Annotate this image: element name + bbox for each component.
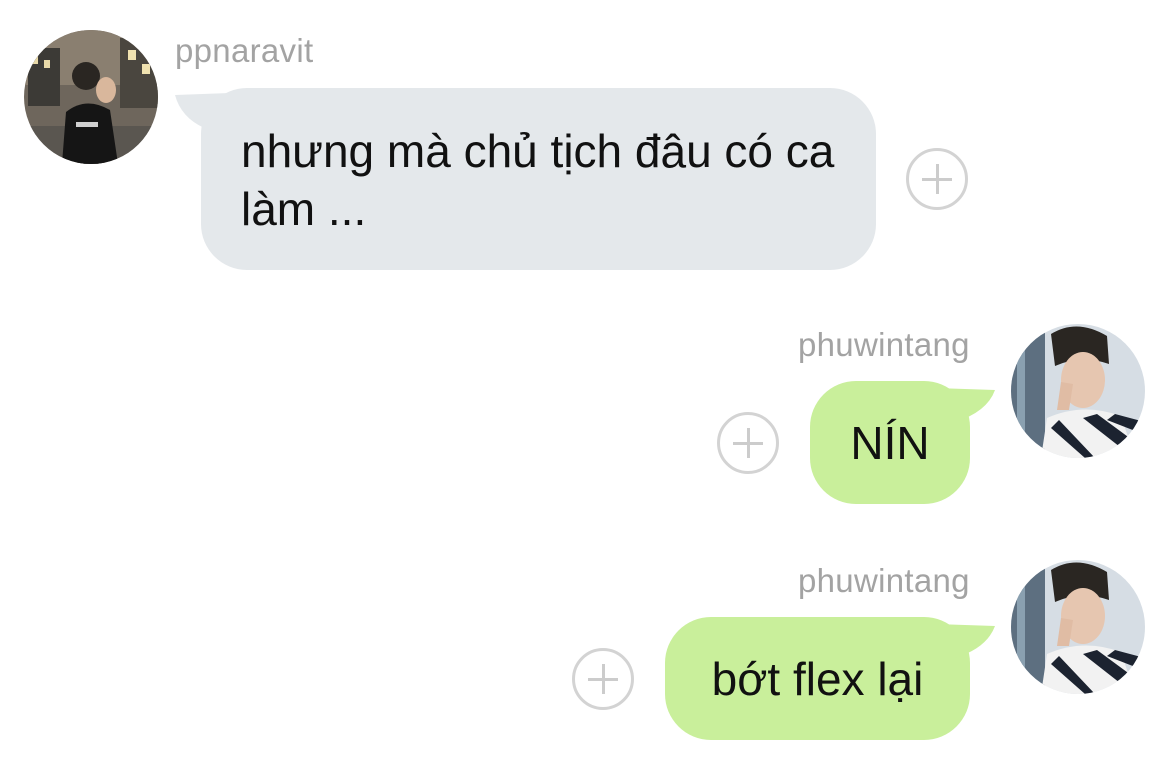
message-text: bớt flex lại — [711, 653, 924, 705]
avatar-photo — [24, 30, 158, 164]
plus-circle-icon[interactable] — [906, 148, 968, 210]
avatar-photo — [1011, 324, 1145, 458]
sender-name: phuwintang — [798, 326, 970, 363]
message-bubble[interactable]: nhưng mà chủ tịch đâu có ca làm ... — [201, 88, 876, 270]
plus-circle-icon[interactable] — [572, 648, 634, 710]
bubble-tail — [935, 388, 995, 436]
avatar-ppnaravit[interactable] — [24, 30, 158, 164]
avatar-photo — [1011, 560, 1145, 694]
sender-name: phuwintang — [798, 562, 970, 599]
avatar-phuwintang[interactable] — [1011, 324, 1145, 458]
message-text: nhưng mà chủ tịch đâu có ca làm ... — [241, 125, 835, 235]
bubble-tail — [935, 624, 995, 672]
plus-circle-icon[interactable] — [717, 412, 779, 474]
message-bubble[interactable]: bớt flex lại — [665, 617, 970, 740]
avatar-phuwintang[interactable] — [1011, 560, 1145, 694]
chat-thread: ppnaravit nhưng mà chủ tịch đâu có ca là… — [0, 0, 1170, 764]
sender-name: ppnaravit — [175, 32, 314, 69]
